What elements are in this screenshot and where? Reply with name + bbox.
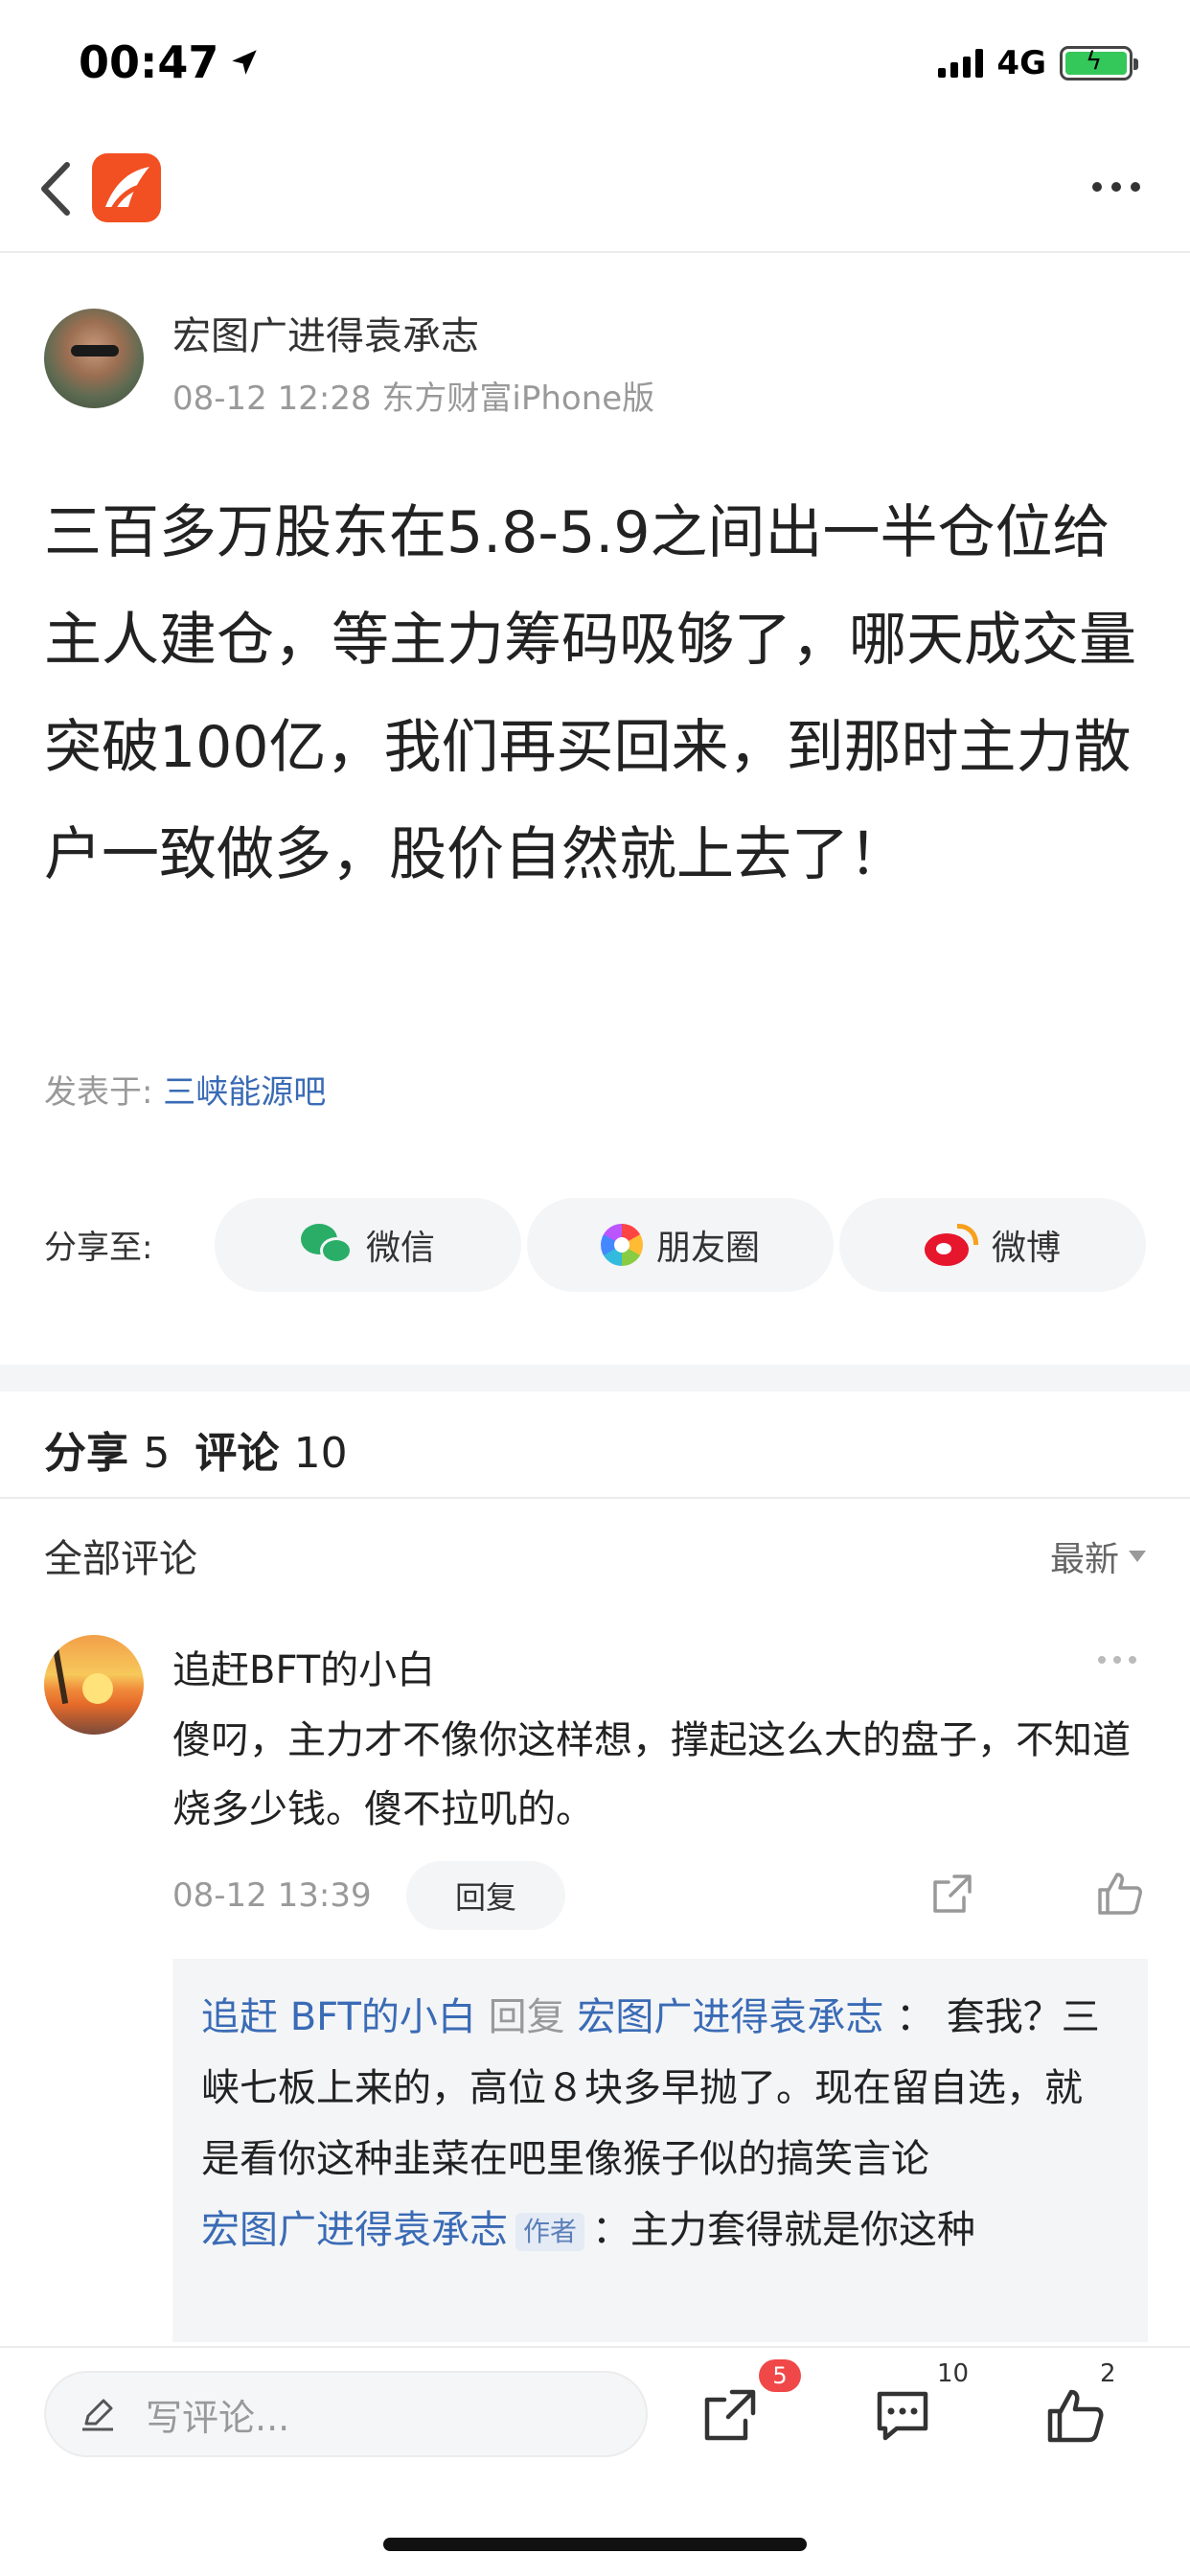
comment-stat-count: 10 [293,1429,348,1478]
reply-text: ：主力套得就是你这种 [592,2208,976,2252]
comment-time: 08-12 13:39 [172,1876,372,1915]
share-label: 分享至: [44,1229,153,1267]
section-divider [0,1365,1190,1392]
post-meta: 08-12 12:28 东方财富iPhone版 [172,380,655,418]
all-comments-title: 全部评论 [44,1537,197,1581]
stats-divider [0,1497,1190,1499]
back-chevron-icon[interactable] [36,159,75,218]
more-options-icon[interactable] [1092,182,1140,192]
dropdown-triangle-icon [1129,1551,1146,1562]
signal-icon [938,49,984,78]
sort-dropdown[interactable]: 最新 [1050,1531,1146,1581]
reply-item[interactable]: 宏图广进得袁承志 作者 ：主力套得就是你这种 [201,2195,1119,2266]
comment-more-icon[interactable] [1098,1656,1136,1664]
thumbs-up-icon[interactable] [1044,2384,1106,2446]
comment-text: 傻叼，主力才不像你这样想，撑起这么大的盘子，不知道烧多少钱。傻不拉叽的。 [172,1718,1131,1831]
posted-label: 发表于: [44,1073,153,1112]
battery-icon: ϟ [1060,46,1138,80]
reply-verb: 回复 [488,1995,565,2039]
post-stats: 分享 5 评论 10 [44,1418,348,1480]
comment-stat[interactable]: 评论 10 [195,1418,347,1480]
share-moments-label: 朋友圈 [655,1229,760,1268]
status-indicators: 4G ϟ [938,44,1138,82]
share-weibo-button[interactable]: 微博 [839,1198,1146,1292]
share-badge: 5 [759,2359,801,2392]
moments-icon [600,1224,643,1266]
commenter-name[interactable]: 追赶BFT的小白 [172,1639,435,1694]
reply-button[interactable]: 回复 [406,1861,565,1930]
weibo-icon [924,1224,978,1266]
reply-item[interactable]: 追赶 BFT的小白 回复 宏图广进得袁承志 ： 套我？三峡七板上来的，高位８块多… [201,1982,1119,2195]
share-icon[interactable] [699,2384,761,2446]
home-indicator [383,2538,807,2551]
status-bar: 00:47 4G ϟ [0,0,1190,126]
share-wechat-label: 微信 [365,1229,435,1268]
comment-input[interactable]: 写评论... [44,2371,648,2457]
status-time: 00:47 [79,36,261,88]
wechat-icon [300,1224,353,1266]
location-arrow-icon [232,50,258,75]
share-icon[interactable] [929,1871,975,1917]
posted-bar-link[interactable]: 三峡能源吧 [163,1073,326,1112]
share-weibo-label: 微博 [991,1229,1061,1268]
posted-in: 发表于: 三峡能源吧 [44,1066,326,1113]
comment-stat-label: 评论 [195,1429,280,1478]
nav-bar [0,126,1190,253]
comment-input-placeholder: 写评论... [146,2396,290,2439]
reply-from[interactable]: 追赶 BFT的小白 [201,1995,476,2039]
comment-count: 10 [937,2359,970,2388]
share-wechat-button[interactable]: 微信 [215,1198,521,1292]
eastmoney-logo-icon[interactable] [92,153,161,222]
share-moments-button[interactable]: 朋友圈 [527,1198,834,1292]
pencil-icon [82,2399,113,2431]
like-count: 2 [1100,2359,1116,2388]
author-name[interactable]: 宏图广进得袁承志 [172,305,479,360]
sort-label: 最新 [1049,1540,1119,1579]
comment-icon[interactable] [872,2384,933,2446]
share-stat-count: 5 [143,1429,171,1478]
author-avatar[interactable] [44,309,144,408]
commenter-avatar[interactable] [44,1635,144,1735]
author-tag: 作者 [515,2213,585,2251]
reply-from[interactable]: 宏图广进得袁承志 [201,2208,508,2252]
share-stat-label: 分享 [44,1429,128,1478]
clock-text: 00:47 [79,36,219,88]
share-stat[interactable]: 分享 5 [44,1418,170,1480]
reply-thread: 追赶 BFT的小白 回复 宏图广进得袁承志 ： 套我？三峡七板上来的，高位８块多… [172,1959,1148,2342]
reply-to[interactable]: 宏图广进得袁承志 [577,1995,883,2039]
network-type: 4G [996,44,1046,82]
thumbs-up-icon[interactable] [1096,1869,1144,1917]
post-content: 三百多万股东在5.8-5.9之间出一半仓位给主人建仓，等主力筹码吸够了，哪天成交… [44,499,1136,888]
